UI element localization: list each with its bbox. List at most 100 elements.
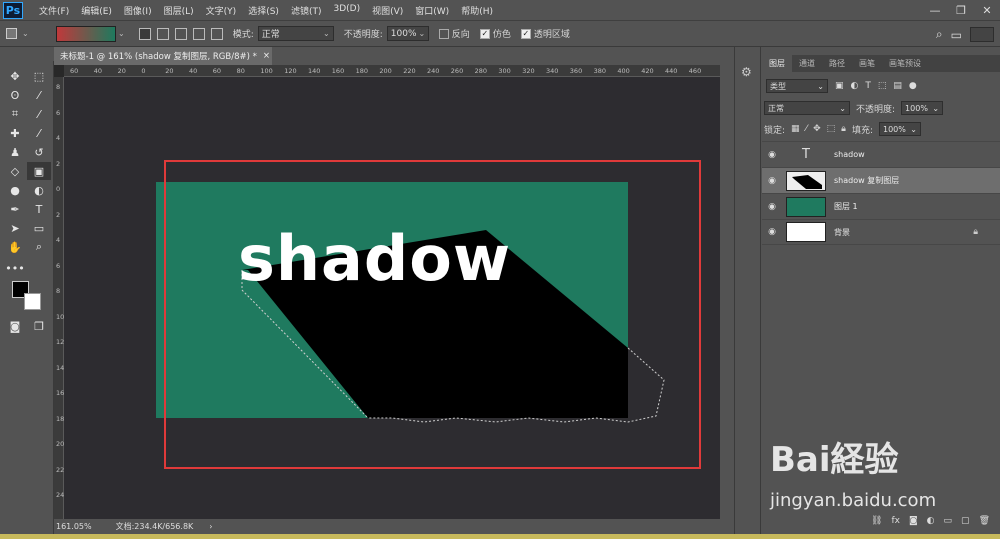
- close-window-button[interactable]: ✕: [974, 0, 1000, 20]
- eye-icon[interactable]: ◉: [762, 176, 782, 186]
- menu-view[interactable]: 视图(V): [366, 4, 409, 17]
- close-icon[interactable]: ×: [263, 51, 270, 61]
- reverse-checkbox[interactable]: [438, 28, 449, 39]
- eye-icon[interactable]: ◉: [762, 150, 782, 160]
- marquee-tool-icon[interactable]: ⬚: [27, 67, 51, 85]
- shape-filter-icon[interactable]: ⬚: [878, 81, 887, 91]
- background-color-swatch[interactable]: [24, 293, 41, 310]
- status-bar: 161.05% 文档:234.4K/656.8K ›: [54, 519, 720, 534]
- clone-stamp-icon[interactable]: ♟: [3, 143, 27, 161]
- quick-mask-icon[interactable]: ◙: [3, 317, 27, 335]
- eye-icon[interactable]: ◉: [762, 227, 782, 237]
- lock-paint-icon[interactable]: ⁄: [806, 124, 808, 134]
- rectangle-tool-icon[interactable]: ▭: [27, 219, 51, 237]
- vertical-ruler[interactable]: 8 6 4 2 0 2 4 6 8 10 12 14 16 18 20 22 24: [54, 77, 64, 519]
- menu-select[interactable]: 选择(S): [242, 4, 285, 17]
- ruler-tick-label: 120: [284, 67, 297, 75]
- lock-all-icon[interactable]: 🔒︎: [841, 124, 846, 134]
- eyedropper-icon[interactable]: ⁄: [27, 105, 51, 123]
- blend-mode-select[interactable]: 正常 ⌄: [764, 101, 850, 115]
- gradient-tool-icon[interactable]: ▣: [27, 162, 51, 180]
- zoom-tool-icon[interactable]: ⌕: [27, 238, 51, 256]
- menu-layer[interactable]: 图层(L): [158, 4, 200, 17]
- tab-channels[interactable]: 通道: [792, 55, 822, 72]
- menu-window[interactable]: 窗口(W): [409, 4, 455, 17]
- workspace-select[interactable]: [970, 27, 994, 42]
- chevron-down-icon[interactable]: ⌄: [118, 29, 125, 38]
- menu-image[interactable]: 图像(I): [118, 4, 158, 17]
- document-tab[interactable]: 未标题-1 @ 161% (shadow 复制图层, RGB/8#) * ×: [54, 47, 272, 65]
- ruler-tick-label: 2: [56, 210, 61, 219]
- linear-gradient-button[interactable]: [138, 27, 151, 40]
- history-brush-icon[interactable]: ↺: [27, 143, 51, 161]
- tool-preset-picker[interactable]: ⌄: [6, 24, 40, 44]
- pen-tool-icon[interactable]: ✒: [3, 200, 27, 218]
- lock-icon[interactable]: 🔒︎: [973, 227, 978, 237]
- zoom-level[interactable]: 161.05%: [56, 522, 92, 531]
- gradient-editor-swatch[interactable]: [56, 25, 116, 42]
- ruler-tick-label: 4: [56, 134, 61, 142]
- fill-input[interactable]: 100% ⌄: [878, 122, 921, 136]
- workspace-icon[interactable]: ▭: [951, 28, 962, 42]
- eye-icon[interactable]: ◉: [762, 202, 782, 212]
- chevron-right-icon[interactable]: ›: [209, 522, 212, 531]
- dither-checkbox[interactable]: ✓: [479, 28, 490, 39]
- history-panel-icon[interactable]: ⚙: [741, 65, 752, 79]
- blur-tool-icon[interactable]: ●: [3, 181, 27, 199]
- menu-edit[interactable]: 编辑(E): [75, 4, 118, 17]
- menu-help[interactable]: 帮助(H): [455, 4, 499, 17]
- lock-artboard-icon[interactable]: ⬚: [827, 124, 836, 134]
- menu-file[interactable]: 文件(F): [33, 4, 75, 17]
- toolbar: ✥ ⬚ ʘ ⁄ ⌗ ⁄ ✚ ⁄ ♟ ↺ ◇ ▣ ● ◐ ✒ T ➤ ▭ ✋ ⌕ …: [0, 61, 54, 534]
- layer-row[interactable]: ◉ 图层 1: [762, 193, 1000, 219]
- lock-transparent-icon[interactable]: ▦: [791, 124, 800, 134]
- search-icon[interactable]: ⌕: [936, 27, 943, 42]
- filter-toggle-icon[interactable]: ●: [909, 81, 917, 91]
- angle-gradient-button[interactable]: [174, 27, 187, 40]
- minimize-button[interactable]: —: [922, 0, 948, 20]
- diamond-gradient-button[interactable]: [210, 27, 223, 40]
- lasso-tool-icon[interactable]: ʘ: [3, 86, 27, 104]
- layer-row[interactable]: ◉ T shadow: [762, 141, 1000, 167]
- filter-kind-select[interactable]: 类型 ⌄: [766, 79, 828, 93]
- opacity-input[interactable]: 100% ⌄: [386, 26, 429, 41]
- radial-gradient-button[interactable]: [156, 27, 169, 40]
- layer-thumbnail: [786, 170, 826, 191]
- mode-select[interactable]: 正常 ⌄: [257, 26, 334, 41]
- move-tool-icon[interactable]: ✥: [3, 67, 27, 85]
- dodge-tool-icon[interactable]: ◐: [27, 181, 51, 199]
- ruler-tick-label: 16: [56, 389, 65, 397]
- layer-opacity-input[interactable]: 100% ⌄: [901, 101, 944, 115]
- type-filter-icon[interactable]: T: [865, 81, 871, 91]
- menu-filter[interactable]: 滤镜(T): [285, 4, 328, 17]
- layer-row[interactable]: ◉ 背景 🔒︎: [762, 219, 1000, 245]
- tab-layers[interactable]: 图层: [762, 55, 792, 72]
- smart-object-filter-icon[interactable]: ▤: [893, 81, 902, 91]
- menu-type[interactable]: 文字(Y): [200, 4, 243, 17]
- path-selection-icon[interactable]: ➤: [3, 219, 27, 237]
- adjustment-filter-icon[interactable]: ◐: [851, 81, 859, 91]
- reflected-gradient-button[interactable]: [192, 27, 205, 40]
- horizontal-ruler[interactable]: 60 40 20 0 20 40 60 80 100 120 140 160 180 200 220 240 2…: [64, 65, 720, 77]
- image-filter-icon[interactable]: ▣: [835, 81, 844, 91]
- layer-row[interactable]: ◉ shadow 复制图层: [762, 167, 1000, 193]
- ruler-tick-label: 22: [56, 465, 65, 474]
- brush-tool-icon[interactable]: ⁄: [27, 124, 51, 142]
- restore-button[interactable]: ❐: [948, 0, 974, 20]
- menu-3d[interactable]: 3D(D): [327, 4, 366, 17]
- screen-mode-icon[interactable]: ❐: [27, 317, 51, 335]
- tab-paths[interactable]: 路径: [822, 55, 852, 72]
- transparency-checkbox[interactable]: ✓: [520, 28, 531, 39]
- healing-brush-icon[interactable]: ✚: [3, 124, 27, 142]
- more-tools-icon[interactable]: •••: [3, 259, 27, 277]
- type-tool-icon[interactable]: T: [27, 200, 51, 218]
- crop-tool-icon[interactable]: ⌗: [3, 105, 27, 123]
- eraser-tool-icon[interactable]: ◇: [3, 162, 27, 180]
- ruler-tick-label: 4: [56, 236, 61, 244]
- lock-position-icon[interactable]: ✥: [813, 124, 821, 134]
- shape-thumbnail-icon: [792, 174, 822, 189]
- tab-brush-presets[interactable]: 画笔预设: [882, 55, 928, 72]
- tab-brush[interactable]: 画笔: [852, 55, 882, 72]
- magic-wand-icon[interactable]: ⁄: [27, 86, 51, 104]
- hand-tool-icon[interactable]: ✋: [3, 238, 27, 256]
